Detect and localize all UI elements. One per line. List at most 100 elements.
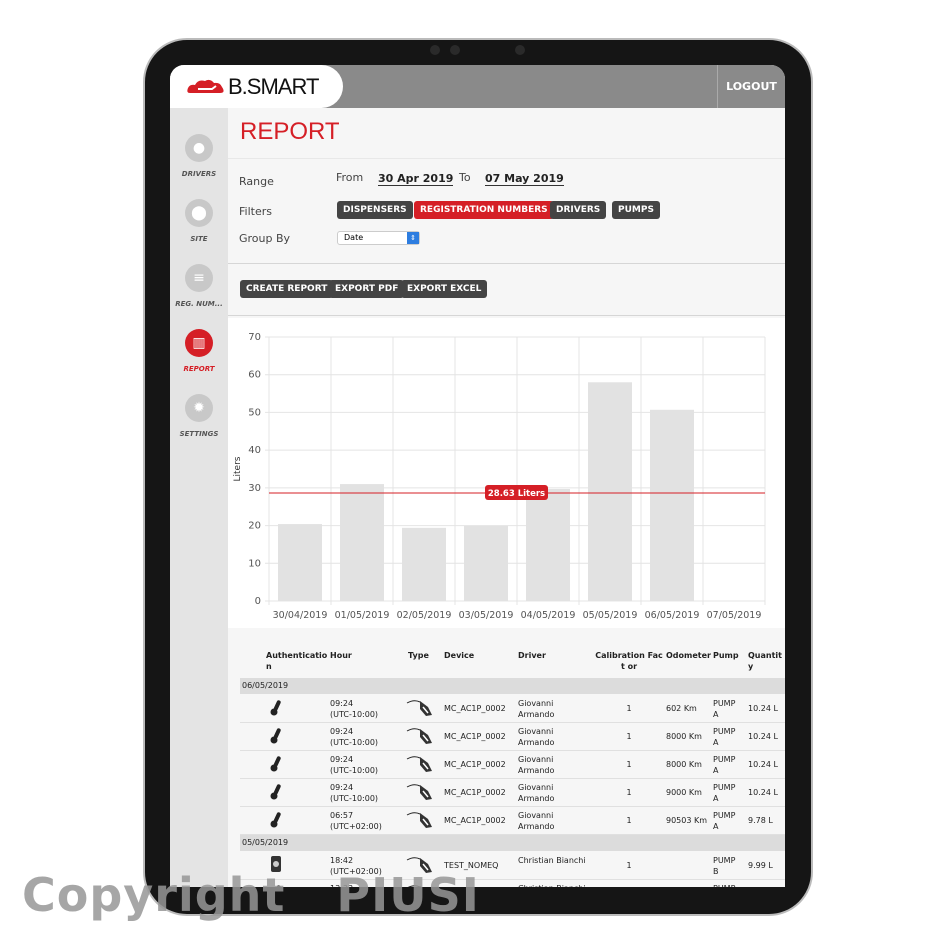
key-icon bbox=[270, 726, 284, 747]
group-date: 05/05/2019 bbox=[242, 838, 289, 847]
table-row[interactable]: 09:24 (UTC-10:00) MC_AC1P_0002 Giovanni A… bbox=[240, 723, 785, 751]
fuel-nozzle-icon bbox=[406, 783, 436, 804]
y-tick-label: 60 bbox=[248, 370, 261, 381]
calibration-cell: 1 bbox=[626, 732, 632, 741]
pump-cell: PUMP A bbox=[713, 783, 736, 803]
y-tick-label: 10 bbox=[248, 558, 261, 569]
calibration-cell: 1 bbox=[626, 861, 632, 870]
key-icon bbox=[270, 810, 284, 831]
odometer-cell: 90503 Km bbox=[666, 816, 708, 825]
fuel-nozzle-icon bbox=[406, 811, 436, 832]
sidebar-item-settings[interactable]: ✹ SETTINGS bbox=[170, 394, 228, 438]
quantity-cell: 10.24 L bbox=[748, 760, 778, 769]
filter-drivers-button[interactable]: DRIVERS bbox=[550, 201, 607, 219]
hour-cell: 09:24 (UTC-10:00) bbox=[330, 726, 378, 748]
column-header[interactable]: Driver bbox=[518, 650, 590, 661]
pump-cell: PUMP B bbox=[713, 856, 736, 876]
column-header[interactable]: Authenticatio n bbox=[266, 650, 328, 672]
sidebar-item-reg-num[interactable]: ≡ REG. NUM... bbox=[170, 264, 228, 308]
sidebar-item-label: SITE bbox=[190, 235, 208, 243]
pump-cell: PUMP A bbox=[713, 755, 736, 775]
table-row[interactable]: 09:24 (UTC-10:00) MC_AC1P_0002 Giovanni A… bbox=[240, 751, 785, 779]
camera-dot bbox=[515, 45, 525, 55]
range-label: Range bbox=[239, 175, 274, 188]
key-icon bbox=[270, 782, 284, 803]
hour: 09:24 bbox=[330, 727, 354, 736]
camera-dot bbox=[450, 45, 460, 55]
average-label: 28.63 Liters bbox=[488, 489, 545, 499]
camera-dot bbox=[430, 45, 440, 55]
sidebar-item-site[interactable]: ⬤ SITE bbox=[170, 199, 228, 243]
sidebar: ● DRIVERS ⬤ SITE ≡ REG. NUM... ▥ REPORT ✹ SETTING… bbox=[170, 108, 228, 887]
bar-04/05/2019 bbox=[526, 488, 570, 601]
driver-cell: Giovanni Armando bbox=[518, 783, 555, 803]
pump-cell: PUMP B bbox=[713, 883, 741, 887]
column-header[interactable]: Type bbox=[408, 650, 440, 661]
group-by-select[interactable]: Date ⇕ bbox=[337, 231, 420, 245]
export-excel-button[interactable]: EXPORT EXCEL bbox=[401, 280, 488, 298]
to-date-field[interactable]: 07 May 2019 bbox=[485, 172, 564, 186]
x-tick-label: 03/05/2019 bbox=[459, 610, 514, 621]
calibration-cell: 1 bbox=[626, 788, 632, 797]
export-pdf-button[interactable]: EXPORT PDF bbox=[329, 280, 405, 298]
driver-cell: Giovanni Armando bbox=[518, 699, 555, 719]
sidebar-item-report[interactable]: ▥ REPORT bbox=[170, 329, 228, 373]
divider bbox=[228, 315, 785, 316]
group-by-value: Date bbox=[344, 233, 364, 242]
key-icon bbox=[270, 698, 284, 719]
filter-registration-numbers-button[interactable]: REGISTRATION NUMBERS bbox=[414, 201, 554, 219]
sidebar-item-label: REG. NUM... bbox=[175, 300, 223, 308]
fuel-nozzle-icon bbox=[406, 699, 436, 720]
column-header[interactable]: Calibration Fact or bbox=[594, 650, 664, 672]
odometer-cell: 602 Km bbox=[666, 704, 697, 713]
driver-cell: Giovanni Armando bbox=[518, 727, 555, 747]
driver-cell: Christian Bianchi bbox=[518, 883, 590, 887]
group-header-row: 05/05/2019 bbox=[240, 835, 785, 851]
x-tick-label: 06/05/2019 bbox=[645, 610, 700, 621]
gear-icon: ✹ bbox=[185, 394, 213, 422]
column-header[interactable]: Device bbox=[444, 650, 516, 661]
filter-dispensers-button[interactable]: DISPENSERS bbox=[337, 201, 413, 219]
table-row[interactable]: 09:24 (UTC-10:00) MC_AC1P_0002 Giovanni A… bbox=[240, 779, 785, 807]
sidebar-item-drivers[interactable]: ● DRIVERS bbox=[170, 134, 228, 178]
page-title: REPORT bbox=[240, 118, 340, 145]
column-header[interactable]: Odometer bbox=[666, 650, 712, 661]
y-tick-label: 70 bbox=[248, 332, 261, 343]
from-label: From bbox=[336, 171, 364, 184]
column-header[interactable]: Hour bbox=[330, 650, 400, 661]
sidebar-item-label: SETTINGS bbox=[179, 430, 219, 438]
from-date-field[interactable]: 30 Apr 2019 bbox=[378, 172, 454, 186]
hour-cell: 09:24 (UTC-10:00) bbox=[330, 698, 378, 720]
hour-cell: 06:57 (UTC+02:00) bbox=[330, 810, 382, 832]
filter-pumps-button[interactable]: PUMPS bbox=[612, 201, 660, 219]
calibration-cell: 1 bbox=[626, 760, 632, 769]
hour: 18:42 bbox=[330, 856, 354, 865]
quantity-cell: 10.24 L bbox=[748, 732, 778, 741]
y-tick-label: 20 bbox=[248, 521, 261, 532]
timezone: (UTC-10:00) bbox=[330, 738, 379, 747]
bar-05/05/2019 bbox=[588, 382, 632, 601]
column-header[interactable]: Quantit y bbox=[748, 650, 785, 672]
y-tick-label: 40 bbox=[248, 445, 261, 456]
table-row[interactable]: 06:57 (UTC+02:00) MC_AC1P_0002 Giovanni A… bbox=[240, 807, 785, 835]
column-header[interactable]: Pump bbox=[713, 650, 745, 661]
create-report-button[interactable]: CREATE REPORT bbox=[240, 280, 334, 298]
key-icon bbox=[270, 754, 284, 775]
bar-30/04/2019 bbox=[278, 524, 322, 601]
logo[interactable]: B.SMART bbox=[170, 65, 343, 108]
table-row[interactable]: 09:24 (UTC-10:00) MC_AC1P_0002 Giovanni A… bbox=[240, 695, 785, 723]
group-by-label: Group By bbox=[239, 232, 291, 245]
x-tick-label: 02/05/2019 bbox=[397, 610, 452, 621]
group-date: 06/05/2019 bbox=[242, 681, 289, 690]
logout-button[interactable]: LOGOUT bbox=[717, 65, 785, 108]
timezone: (UTC+02:00) bbox=[330, 822, 382, 831]
odometer-cell: 8000 Km bbox=[666, 732, 702, 741]
y-tick-label: 50 bbox=[248, 407, 261, 418]
sidebar-item-label: REPORT bbox=[183, 365, 215, 373]
bar-01/05/2019 bbox=[340, 484, 384, 601]
driver-cell: Christian Bianchi bbox=[518, 856, 586, 865]
x-tick-label: 05/05/2019 bbox=[583, 610, 638, 621]
pump-cell: PUMP A bbox=[713, 699, 736, 719]
fuel-nozzle-icon bbox=[406, 755, 436, 776]
logo-text: B.SMART bbox=[228, 73, 319, 99]
